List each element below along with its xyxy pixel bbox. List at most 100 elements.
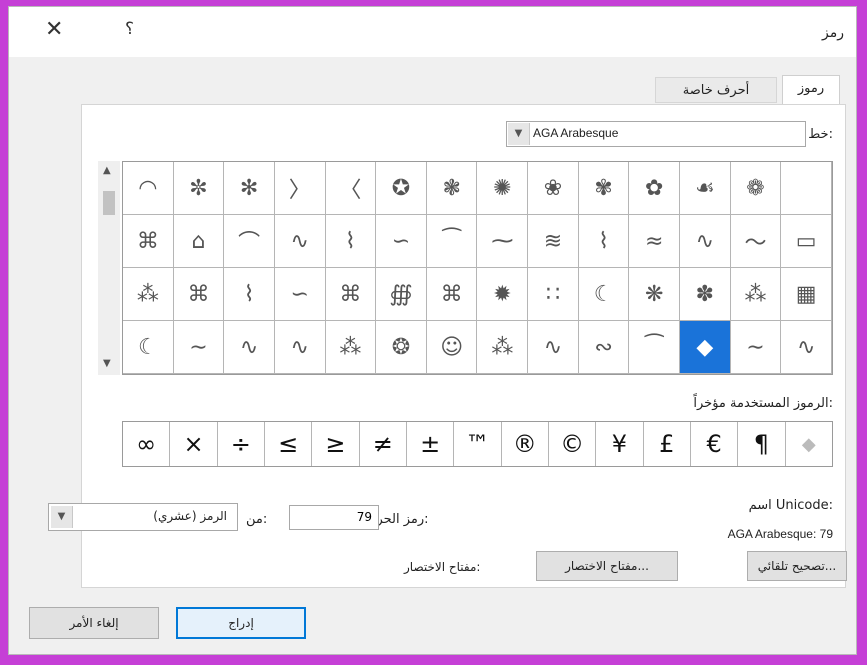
symbol-cell[interactable]: ∽ (376, 215, 427, 268)
symbol-cell[interactable]: ∿ (274, 215, 326, 268)
tab-special-characters[interactable]: أحرف خاصة (655, 77, 777, 103)
symbol-cell[interactable]: ∿ (781, 321, 832, 374)
symbol-cell[interactable]: ⌘ (123, 215, 174, 268)
symbol-cell[interactable]: ∼ (173, 321, 225, 374)
symbol-cell[interactable]: ✽ (680, 268, 731, 321)
recent-symbol-cell[interactable]: £ (644, 422, 691, 466)
symbol-cell[interactable]: ▦ (781, 268, 832, 321)
symbol-dialog: ✕ ؟ رمز أحرف خاصة رموز خط: ▼ AGA Arabesq… (8, 6, 857, 655)
recent-symbol-cell[interactable]: ◆ (786, 422, 832, 466)
symbol-cell[interactable]: ▭ (781, 215, 832, 268)
symbol-cell[interactable]: ☾ (123, 321, 174, 374)
recent-symbol-cell[interactable]: ± (407, 422, 455, 466)
symbol-cell[interactable]: ❁ (730, 162, 782, 215)
symbol-cell[interactable]: ⌒ (224, 215, 275, 268)
symbol-cell[interactable]: ✿ (629, 162, 681, 215)
symbol-cell[interactable]: ⌘ (173, 268, 225, 321)
symbols-panel: خط: ▼ AGA Arabesque ▲ ▼ ◠ ✼ ✻ 〉〈 ✪ ❃ ✺ ❀ ✾ ✿ ☙ ❁ ⌘ ⌂ ⌒… (48, 104, 847, 588)
symbol-cell[interactable]: ∿ (680, 215, 731, 268)
recent-symbol-cell[interactable]: ™ (454, 422, 502, 466)
symbol-cell[interactable]: ❋ (629, 268, 681, 321)
symbol-cell[interactable]: ◠ (123, 162, 174, 215)
symbol-cell[interactable]: ⌇ (325, 215, 377, 268)
symbol-cell[interactable]: ∽ (274, 268, 326, 321)
shortcut-key-button[interactable]: مفتاح الاختصار... (536, 551, 678, 581)
font-select[interactable]: ▼ AGA Arabesque (506, 121, 806, 147)
insert-button[interactable]: إدراج (176, 607, 306, 639)
symbol-cell[interactable]: ✾ (578, 162, 630, 215)
symbol-cell[interactable]: ∾ (578, 321, 630, 374)
symbol-cell[interactable]: ∿ (224, 321, 275, 374)
symbol-cell[interactable]: ∿ (528, 321, 579, 374)
symbol-cell[interactable]: ✼ (173, 162, 225, 215)
symbol-cell[interactable]: ☾ (578, 268, 630, 321)
font-label: خط: (808, 127, 833, 142)
recent-symbol-cell[interactable]: € (691, 422, 739, 466)
symbol-cell[interactable]: ⁂ (123, 268, 174, 321)
font-value: AGA Arabesque (533, 126, 619, 140)
symbol-cell[interactable]: ❃ (426, 162, 478, 215)
symbol-cell[interactable]: ⁂ (477, 321, 529, 374)
symbol-cell[interactable]: ✹ (477, 268, 529, 321)
symbol-cell[interactable]: ✺ (477, 162, 529, 215)
symbol-cell[interactable]: ⌇ (224, 268, 275, 321)
scroll-up-icon[interactable]: ▲ (103, 165, 111, 176)
symbol-cell[interactable]: ∼ (730, 321, 782, 374)
symbol-cell[interactable]: ✻ (224, 162, 275, 215)
symbol-cell[interactable]: ⁂ (730, 268, 782, 321)
recent-symbol-cell[interactable]: ≤ (265, 422, 313, 466)
autocorrect-button[interactable]: تصحيح تلقائي... (747, 551, 847, 581)
recent-symbol-cell[interactable]: ¶ (738, 422, 786, 466)
from-select[interactable]: ▼ الرمز (عشري) (48, 503, 238, 531)
from-value: الرمز (عشري) (153, 509, 227, 523)
symbol-cell[interactable]: ⌘ (325, 268, 377, 321)
recent-symbol-cell[interactable]: ® (502, 422, 549, 466)
recent-symbols-label: الرموز المستخدمة مؤخراً: (693, 396, 833, 411)
symbol-cell[interactable]: ∷ (528, 268, 579, 321)
scroll-thumb[interactable] (103, 191, 115, 215)
symbol-cell[interactable]: 〉 (274, 162, 326, 215)
scroll-down-icon[interactable]: ▼ (103, 358, 111, 369)
from-label: من: (246, 512, 268, 527)
symbol-cell[interactable]: ⌘ (426, 268, 478, 321)
recent-symbol-cell[interactable]: © (549, 422, 597, 466)
symbol-cell[interactable]: ❂ (376, 321, 427, 374)
symbol-cell[interactable]: ⌂ (173, 215, 225, 268)
symbol-grid: ◠ ✼ ✻ 〉〈 ✪ ❃ ✺ ❀ ✾ ✿ ☙ ❁ ⌘ ⌂ ⌒ ∿ ⌇ ∽ ⁀ ⁓ ≋ ⌇ ≈ ∿ ～ ▭ ⁂ ⌘ ⌇ ∽ ⌘ ∰ ⌘ ✹ ∷ ☾ ❋ ✽ ⁂… (122, 161, 833, 375)
symbol-cell[interactable] (781, 162, 832, 215)
symbol-cell[interactable]: ⌇ (578, 215, 630, 268)
help-button[interactable]: ؟ (125, 19, 134, 39)
recent-symbol-cell[interactable]: ∞ (123, 422, 171, 466)
recent-symbol-cell[interactable]: ≠ (360, 422, 407, 466)
symbol-cell[interactable]: ⁀ (426, 215, 478, 268)
cancel-button[interactable]: إلغاء الأمر (29, 607, 159, 639)
symbol-cell[interactable]: ≋ (528, 215, 579, 268)
dialog-title: رمز (822, 25, 844, 41)
symbol-cell[interactable]: ∿ (274, 321, 326, 374)
recent-symbol-cell[interactable]: ÷ (218, 422, 265, 466)
symbol-cell[interactable]: ⁓ (477, 215, 529, 268)
recent-symbol-cell[interactable]: ≥ (312, 422, 360, 466)
grid-scrollbar[interactable]: ▲ ▼ (98, 161, 120, 375)
symbol-cell[interactable]: ～ (730, 215, 782, 268)
symbol-cell[interactable]: ⁀ (629, 321, 681, 374)
tab-symbols[interactable]: رموز (782, 75, 840, 105)
recent-symbol-cell[interactable]: × (170, 422, 218, 466)
char-code-value: 79 (356, 510, 372, 524)
chevron-down-icon[interactable]: ▼ (508, 123, 530, 145)
shortcut-key-label: مفتاح الاختصار: (404, 560, 481, 574)
symbol-cell[interactable]: ◆ (680, 321, 731, 374)
char-code-input[interactable]: 79 (289, 505, 379, 530)
chevron-down-icon[interactable]: ▼ (51, 506, 73, 528)
symbol-cell[interactable]: ☺ (426, 321, 478, 374)
symbol-cell[interactable]: ❀ (528, 162, 579, 215)
close-icon[interactable]: ✕ (45, 17, 63, 42)
symbol-cell[interactable]: ☙ (680, 162, 731, 215)
symbol-cell[interactable]: 〈 (325, 162, 377, 215)
title-bar: ✕ ؟ رمز (9, 7, 856, 57)
symbol-cell[interactable]: ⁂ (325, 321, 377, 374)
symbol-cell[interactable]: ≈ (629, 215, 681, 268)
symbol-cell[interactable]: ∰ (376, 268, 427, 321)
symbol-cell[interactable]: ✪ (376, 162, 427, 215)
recent-symbol-cell[interactable]: ¥ (596, 422, 644, 466)
